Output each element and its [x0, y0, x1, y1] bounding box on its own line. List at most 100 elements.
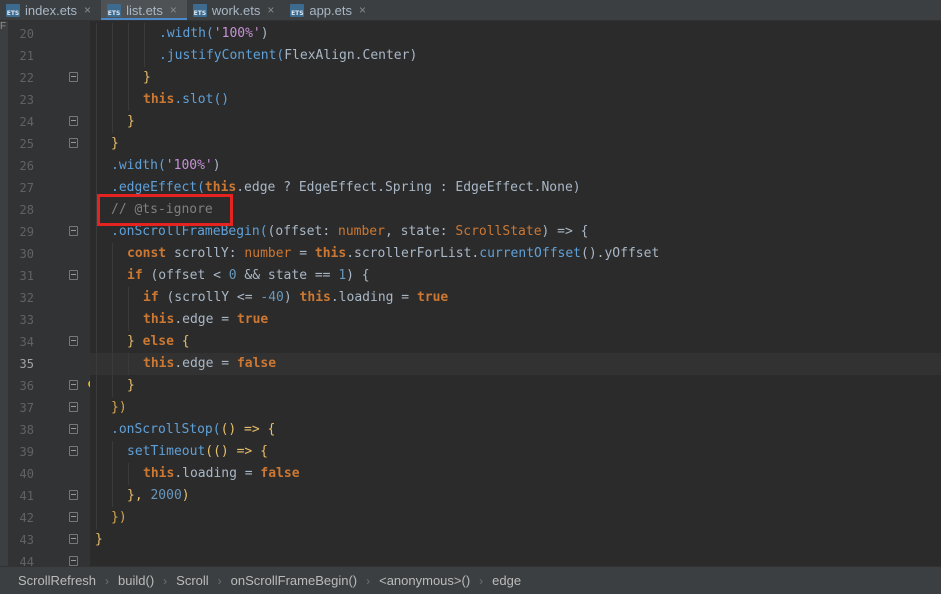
line-number: 20 — [19, 27, 34, 41]
code-token: this — [143, 92, 175, 107]
gutter-line: 34 — [8, 331, 90, 353]
tab-index-ets[interactable]: index.ets × — [0, 0, 101, 20]
fold-marker-icon[interactable] — [69, 512, 78, 522]
breadcrumb-separator-icon: › — [217, 573, 222, 588]
fold-marker-icon[interactable] — [69, 270, 78, 280]
code-line[interactable]: // @ts-ignore — [90, 199, 941, 221]
code-token: }) — [111, 510, 127, 525]
code-token: if — [127, 268, 143, 283]
gutter-line: 27 — [8, 177, 90, 199]
code-token: ().yOffset — [581, 246, 660, 261]
code-line[interactable]: setTimeout(() => { — [90, 441, 941, 463]
breadcrumb-item[interactable]: <anonymous>() — [379, 573, 470, 588]
fold-marker-icon[interactable] — [69, 446, 78, 456]
code-token: number — [338, 224, 385, 239]
line-number: 24 — [19, 115, 34, 129]
code-line[interactable]: if (offset < 0 && state == 1) { — [90, 265, 941, 287]
tab-label: list.ets — [126, 2, 163, 18]
code-token: ScrollState — [455, 224, 542, 239]
fold-marker-icon[interactable] — [69, 556, 78, 566]
code-token: ) — [260, 26, 269, 41]
gutter-line: 26 — [8, 155, 90, 177]
code-line[interactable]: }) — [90, 397, 941, 419]
fold-marker-icon[interactable] — [69, 534, 78, 544]
tab-work-ets[interactable]: work.ets × — [187, 0, 284, 20]
close-icon[interactable]: × — [170, 3, 177, 17]
code-token: this — [143, 312, 175, 327]
line-number: 35 — [19, 357, 34, 371]
code-line[interactable]: } — [90, 133, 941, 155]
code-line[interactable]: .onScrollStop(() => { — [90, 419, 941, 441]
breadcrumb-item[interactable]: onScrollFrameBegin() — [231, 573, 357, 588]
gutter-line: 23 — [8, 89, 90, 111]
code-token: ) => { — [541, 224, 589, 239]
tab-app-ets[interactable]: app.ets × — [284, 0, 376, 20]
code-token: }, — [127, 488, 151, 503]
fold-marker-icon[interactable] — [69, 116, 78, 126]
fold-marker-icon[interactable] — [69, 424, 78, 434]
code-token: setTimeout — [127, 444, 206, 459]
code-line[interactable]: } — [90, 111, 941, 133]
fold-marker-icon[interactable] — [69, 72, 78, 82]
code-token: ) — [283, 290, 300, 305]
code-token: this — [299, 290, 331, 305]
code-token: 0 — [228, 268, 237, 283]
gutter-line: 33 — [8, 309, 90, 331]
code-token: .width( — [111, 158, 166, 173]
tab-list-ets[interactable]: list.ets × — [101, 0, 187, 20]
code-line-current[interactable]: this.edge = false — [90, 353, 941, 375]
code-line[interactable]: } — [90, 551, 941, 566]
code-token: else — [142, 334, 174, 349]
code-token: .edge = — [174, 356, 237, 371]
code-line[interactable]: } — [90, 67, 941, 89]
breadcrumb-item[interactable]: ScrollRefresh — [18, 573, 96, 588]
code-token: 2000 — [150, 488, 182, 503]
code-line[interactable]: }) — [90, 507, 941, 529]
code-token: .justifyContent( — [159, 48, 285, 63]
tool-window-mark[interactable]: F — [0, 21, 8, 33]
code-token: (() => { — [205, 444, 268, 459]
code-line[interactable]: } — [90, 529, 941, 551]
code-token: .slot() — [174, 92, 230, 107]
code-line[interactable]: .justifyContent(FlexAlign.Center) — [90, 45, 941, 67]
code-line[interactable]: .width('100%') — [90, 155, 941, 177]
code-line[interactable]: .edgeEffect(this.edge ? EdgeEffect.Sprin… — [90, 177, 941, 199]
code-token: FlexAlign.Center — [284, 48, 410, 63]
code-line[interactable]: } else { — [90, 331, 941, 353]
code-token: (offset < — [142, 268, 229, 283]
breadcrumb-separator-icon: › — [105, 573, 110, 588]
code-token: this — [143, 466, 175, 481]
breadcrumb-item[interactable]: edge — [492, 573, 521, 588]
code-line[interactable]: this.edge = true — [90, 309, 941, 331]
code-line[interactable]: this.slot() — [90, 89, 941, 111]
code-line[interactable]: .width('100%') — [90, 23, 941, 45]
code-line[interactable]: if (scrollY <= -40) this.loading = true — [90, 287, 941, 309]
fold-marker-icon[interactable] — [69, 402, 78, 412]
fold-marker-icon[interactable] — [69, 380, 78, 390]
code-editor[interactable]: .width('100%') .justifyContent(FlexAlign… — [90, 21, 941, 566]
fold-marker-icon[interactable] — [69, 226, 78, 236]
code-line[interactable]: } — [90, 375, 941, 397]
code-line[interactable]: }, 2000) — [90, 485, 941, 507]
code-token: } — [127, 334, 143, 349]
breadcrumb-item[interactable]: build() — [118, 573, 154, 588]
fold-marker-icon[interactable] — [69, 490, 78, 500]
gutter-line: 42 — [8, 507, 90, 529]
line-number: 21 — [19, 49, 34, 63]
code-token: && state == — [236, 268, 339, 283]
breadcrumb-item[interactable]: Scroll — [176, 573, 209, 588]
close-icon[interactable]: × — [359, 3, 366, 17]
fold-marker-icon[interactable] — [69, 336, 78, 346]
breadcrumb: ScrollRefresh › build() › Scroll › onScr… — [0, 566, 941, 594]
code-token: ) — [181, 488, 190, 503]
code-token: .scrollerForList. — [346, 246, 480, 261]
code-line[interactable]: .onScrollFrameBegin((offset: number, sta… — [90, 221, 941, 243]
line-number: 32 — [19, 291, 34, 305]
close-icon[interactable]: × — [267, 3, 274, 17]
fold-marker-icon[interactable] — [69, 138, 78, 148]
ets-file-icon — [192, 3, 207, 17]
code-token: '100%' — [165, 158, 213, 173]
code-line[interactable]: this.loading = false — [90, 463, 941, 485]
code-line[interactable]: const scrollY: number = this.scrollerFor… — [90, 243, 941, 265]
close-icon[interactable]: × — [84, 3, 91, 17]
